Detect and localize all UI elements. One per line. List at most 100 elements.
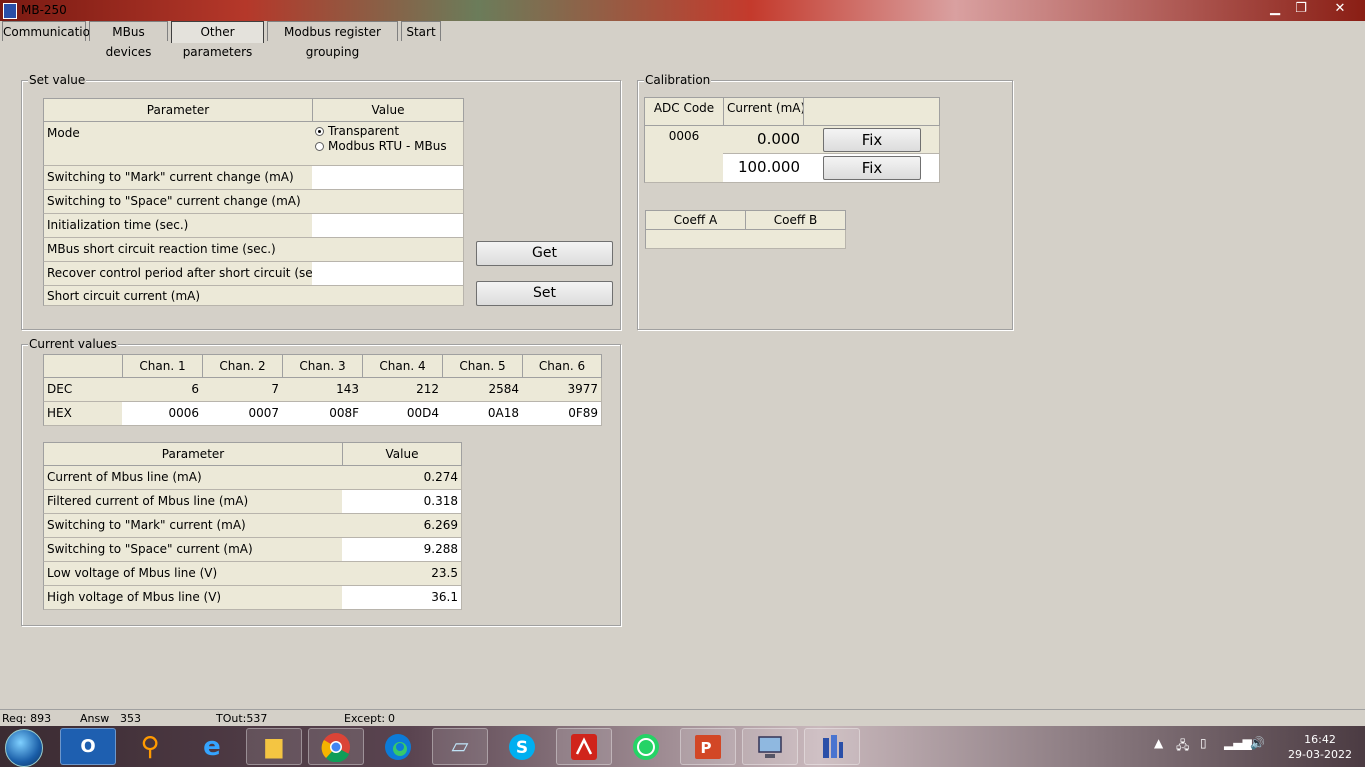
network-computer-icon[interactable] <box>742 728 798 765</box>
tab-strip: Communication MBus devices Other paramet… <box>0 21 1365 59</box>
hex-chan-1: 0006 <box>122 402 203 426</box>
hex-chan-2: 0007 <box>202 402 283 426</box>
short-circuit-current-label: Short circuit current (mA) <box>43 286 313 306</box>
mode-radio-transparent[interactable]: Transparent <box>315 124 399 138</box>
table-row-label: Switching to "Mark" current (mA) <box>43 514 343 538</box>
chan-3-header: Chan. 3 <box>282 354 363 378</box>
short-circuit-current-input[interactable] <box>312 286 464 306</box>
current-value-low: 0.000 <box>723 126 804 154</box>
mode-radio-modbus-rtu[interactable]: Modbus RTU - MBus <box>315 139 447 153</box>
radio-unselected-icon[interactable] <box>315 141 324 151</box>
mb250-app-icon[interactable] <box>804 728 860 765</box>
answer-label: Answ <box>80 712 110 725</box>
chan-2-header: Chan. 2 <box>202 354 283 378</box>
table-row-value: 6.269 <box>342 514 462 538</box>
chan-6-header: Chan. 6 <box>522 354 602 378</box>
init-time-label: Initialization time (sec.) <box>43 214 313 238</box>
coeff-a-header: Coeff A <box>645 210 746 230</box>
outlook-icon[interactable]: O <box>60 728 116 765</box>
clock[interactable]: 16:42 29-03-2022 <box>1280 732 1360 762</box>
space-current-change-input[interactable] <box>312 190 464 214</box>
except-count: 0 <box>388 712 395 725</box>
tab-start[interactable]: Start <box>401 21 441 41</box>
radio-label: Modbus RTU - MBus <box>328 139 447 153</box>
dec-chan-2: 7 <box>202 378 283 402</box>
dec-row-label: DEC <box>43 378 123 402</box>
action-header <box>803 97 940 126</box>
internet-explorer-icon[interactable]: e <box>184 728 240 765</box>
recover-period-input[interactable] <box>312 262 464 286</box>
whatsapp-icon[interactable] <box>618 728 674 765</box>
table-row-label: Current of Mbus line (mA) <box>43 466 343 490</box>
table-row-value: 23.5 <box>342 562 462 586</box>
start-button[interactable] <box>5 729 43 767</box>
get-button[interactable]: Get <box>476 241 613 266</box>
tab-communication[interactable]: Communication <box>2 21 98 41</box>
recover-period-label: Recover control period after short circu… <box>43 262 313 286</box>
line-value-header: Value <box>342 442 462 466</box>
mark-current-change-input[interactable] <box>312 166 464 190</box>
volume-icon[interactable]: 🔊 <box>1250 736 1265 750</box>
mark-current-change-label: Switching to "Mark" current change (mA) <box>43 166 313 190</box>
fix-button-2[interactable]: Fix <box>823 156 921 180</box>
value-header: Value <box>312 98 464 122</box>
taskbar: O ⚲ e ▆ ▱ S P ▲ 🖧 ▯ ▂▄▆ 🔊 16:42 29-03-20… <box>0 726 1365 767</box>
param-header: Parameter <box>43 98 313 122</box>
minimize-button[interactable]: ▁ <box>1262 0 1288 18</box>
hex-chan-6: 0F89 <box>522 402 602 426</box>
table-row-value: 36.1 <box>342 586 462 610</box>
line-param-header: Parameter <box>43 442 343 466</box>
dec-chan-6: 3977 <box>522 378 602 402</box>
adc-code-value: 0006 <box>644 126 724 183</box>
current-values-title: Current values <box>28 337 118 351</box>
radio-label: Transparent <box>328 124 400 138</box>
close-button[interactable]: ✕ <box>1326 0 1354 18</box>
except-label: Except: <box>344 712 386 725</box>
dec-chan-3: 143 <box>282 378 363 402</box>
current-value-high: 100.000 <box>723 154 804 183</box>
hex-chan-3: 008F <box>282 402 363 426</box>
hex-row-label: HEX <box>43 402 123 426</box>
answer-count: 353 <box>120 712 141 725</box>
skype-icon[interactable]: S <box>494 728 550 765</box>
set-button[interactable]: Set <box>476 281 613 306</box>
dec-chan-4: 212 <box>362 378 443 402</box>
clock-time: 16:42 <box>1304 733 1336 746</box>
timeout-count: TOut:537 <box>216 712 268 725</box>
chan-5-header: Chan. 5 <box>442 354 523 378</box>
tab-modbus-register-grouping[interactable]: Modbus register grouping <box>267 21 398 59</box>
window-title: MB-250 <box>21 3 67 17</box>
coeff-b-header: Coeff B <box>745 210 846 230</box>
current-ma-header: Current (mA) <box>723 97 804 126</box>
table-row-value: 9.288 <box>342 538 462 562</box>
battery-icon[interactable]: ▯ <box>1200 736 1207 750</box>
table-row-label: Filtered current of Mbus line (mA) <box>43 490 343 514</box>
powerpoint-icon[interactable]: P <box>680 728 736 765</box>
coeff-b-value <box>745 230 846 249</box>
search-icon[interactable]: ⚲ <box>122 728 178 765</box>
table-row-label: High voltage of Mbus line (V) <box>43 586 343 610</box>
chan-4-header: Chan. 4 <box>362 354 443 378</box>
request-count: Req: 893 <box>2 712 52 725</box>
notepad-icon[interactable]: ▱ <box>432 728 488 765</box>
tab-other-parameters[interactable]: Other parameters <box>171 21 264 59</box>
init-time-input[interactable] <box>312 214 464 238</box>
file-explorer-icon[interactable]: ▆ <box>246 728 302 765</box>
tab-mbus-devices[interactable]: MBus devices <box>89 21 168 59</box>
status-bar: Req: 893 Answ 353 TOut:537 Except: 0 <box>0 709 1365 727</box>
maximize-button[interactable]: ❐ <box>1288 0 1314 18</box>
adc-code-header: ADC Code <box>644 97 724 126</box>
chrome-icon[interactable] <box>308 728 364 765</box>
channels-corner <box>43 354 123 378</box>
fix-button-1[interactable]: Fix <box>823 128 921 152</box>
radio-selected-icon[interactable] <box>315 126 324 136</box>
set-value-title: Set value <box>28 73 87 87</box>
edge-icon[interactable] <box>370 728 426 765</box>
network-icon[interactable]: 🖧 <box>1176 736 1189 757</box>
signal-icon[interactable]: ▂▄▆ <box>1224 736 1252 750</box>
acrobat-icon[interactable] <box>556 728 612 765</box>
short-circuit-reaction-input[interactable] <box>312 238 464 262</box>
calibration-title: Calibration <box>644 73 712 87</box>
svg-text:S: S <box>516 738 528 758</box>
show-hidden-icons-icon[interactable]: ▲ <box>1154 736 1163 750</box>
